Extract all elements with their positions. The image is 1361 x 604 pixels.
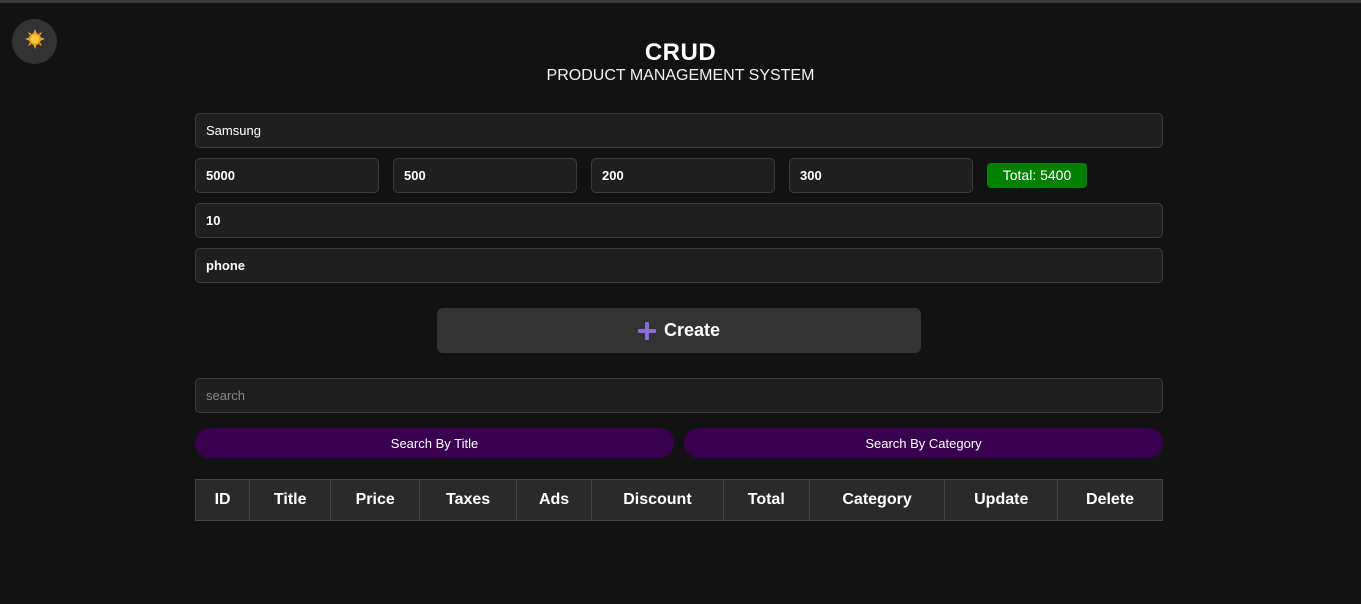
column-header-price: Price: [330, 479, 421, 521]
total-badge: Total: 5400: [987, 163, 1087, 188]
discount-input[interactable]: [789, 158, 973, 193]
category-input[interactable]: [195, 248, 1163, 283]
column-header-taxes: Taxes: [419, 479, 518, 521]
page-title: CRUD: [644, 39, 717, 66]
column-header-ads: Ads: [516, 479, 593, 521]
page-header: CRUD PRODUCT MANAGEMENT SYSTEM: [0, 38, 1361, 86]
create-button-label: Create: [663, 320, 721, 340]
taxes-input[interactable]: [393, 158, 577, 193]
column-header-category: Category: [808, 479, 946, 521]
column-header-update: Update: [944, 479, 1059, 521]
column-header-discount: Discount: [591, 479, 724, 521]
search-by-category-button[interactable]: Search By Category: [684, 428, 1163, 458]
page-subtitle: PRODUCT MANAGEMENT SYSTEM: [546, 67, 815, 84]
create-button[interactable]: Create: [437, 308, 921, 353]
price-input[interactable]: [195, 158, 379, 193]
column-header-delete: Delete: [1057, 479, 1163, 521]
table-header-row: ID Title Price Taxes Ads Discount Total …: [194, 479, 1163, 521]
plus-icon: [637, 321, 656, 340]
products-table: ID Title Price Taxes Ads Discount Total …: [194, 479, 1163, 521]
window-top-border: [0, 0, 1361, 3]
search-input[interactable]: [195, 378, 1163, 413]
column-header-total: Total: [722, 479, 810, 521]
column-header-title: Title: [249, 479, 332, 521]
count-input[interactable]: [195, 203, 1163, 238]
ads-input[interactable]: [591, 158, 775, 193]
column-header-id: ID: [194, 479, 251, 521]
search-by-title-button[interactable]: Search By Title: [195, 428, 674, 458]
title-input[interactable]: [195, 113, 1163, 148]
